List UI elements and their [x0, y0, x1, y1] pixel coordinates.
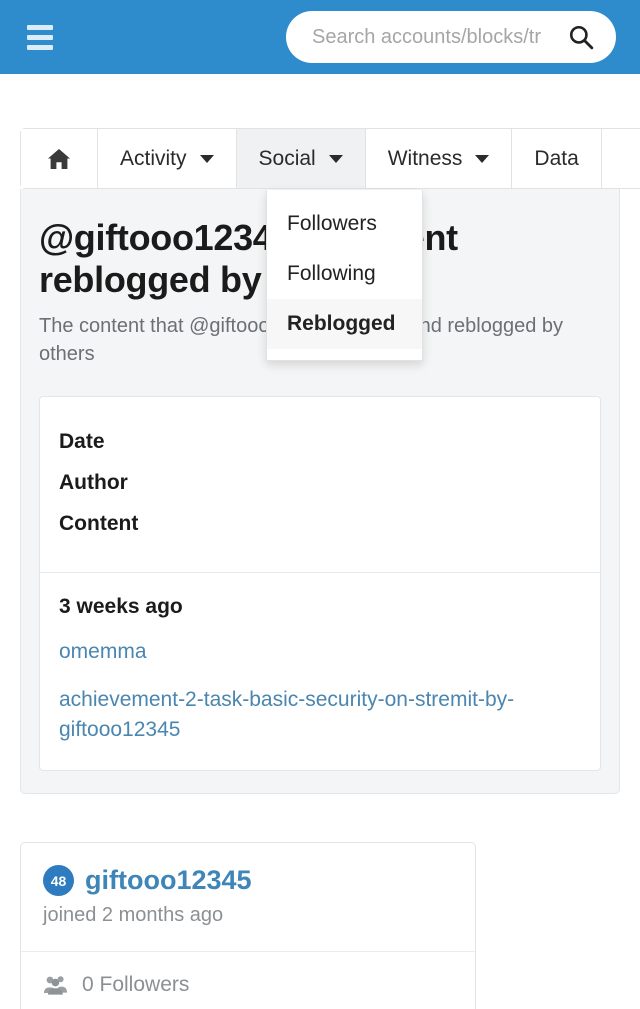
- followers-count-text: 0 Followers: [82, 973, 190, 997]
- tab-social[interactable]: Social: [236, 129, 366, 188]
- dropdown-item-following[interactable]: Following: [267, 249, 422, 299]
- top-bar: [0, 0, 640, 74]
- reputation-badge: 48: [43, 865, 74, 897]
- profile-card-header: 48 giftooo12345 joined 2 months ago: [21, 843, 475, 953]
- tab-home[interactable]: [21, 129, 98, 188]
- column-header-date: Date: [59, 430, 105, 454]
- profile-joined-text: joined 2 months ago: [43, 904, 224, 927]
- nav-tabbar: Activity Social Witness Data Followers F…: [20, 128, 640, 361]
- tab-data[interactable]: Data: [512, 129, 602, 188]
- search-box[interactable]: [286, 11, 616, 63]
- dropdown-item-followers[interactable]: Followers: [267, 199, 422, 249]
- chevron-down-icon: [199, 154, 214, 163]
- hamburger-bar: [27, 24, 53, 30]
- tab-activity-label: Activity: [120, 146, 187, 170]
- search-icon[interactable]: [568, 24, 594, 50]
- tab-witness[interactable]: Witness: [365, 129, 513, 188]
- users-group-icon: [44, 976, 67, 995]
- hamburger-bar: [27, 34, 53, 40]
- chevron-down-icon: [475, 154, 490, 163]
- column-header-author: Author: [59, 471, 128, 495]
- tab-social-label: Social: [258, 146, 316, 170]
- home-icon: [48, 148, 70, 169]
- social-dropdown-menu: Followers Following Reblogged: [266, 190, 423, 361]
- table-header: Date Author Content: [40, 397, 600, 573]
- dropdown-item-reblogged[interactable]: Reblogged: [267, 299, 422, 349]
- page-body: Activity Social Witness Data Followers F…: [0, 128, 640, 1009]
- tab-activity[interactable]: Activity: [98, 129, 237, 188]
- row-author-link[interactable]: omemma: [59, 637, 581, 667]
- dropdown-item-label: Reblogged: [287, 312, 396, 335]
- tab-witness-label: Witness: [387, 146, 463, 170]
- hamburger-bar: [27, 44, 53, 50]
- row-content-link[interactable]: achievement-2-task-basic-security-on-str…: [59, 685, 581, 745]
- chevron-down-icon: [328, 154, 343, 163]
- profile-followers-row[interactable]: 0 Followers: [21, 952, 475, 1009]
- table-row: 3 weeks ago omemma achievement-2-task-ba…: [40, 573, 600, 770]
- hamburger-menu-icon[interactable]: [18, 15, 62, 59]
- reblogged-table-card: Date Author Content 3 weeks ago omemma a…: [39, 396, 601, 772]
- dropdown-item-label: Following: [287, 262, 376, 285]
- dropdown-item-label: Followers: [287, 212, 377, 235]
- column-header-content: Content: [59, 512, 139, 535]
- profile-username-link[interactable]: giftooo12345: [85, 865, 252, 896]
- profile-name-row: 48 giftooo12345: [43, 865, 453, 897]
- row-date: 3 weeks ago: [59, 594, 183, 618]
- profile-card: 48 giftooo12345 joined 2 months ago 0 Fo…: [20, 842, 476, 1009]
- tab-data-label: Data: [534, 146, 579, 170]
- search-input[interactable]: [312, 25, 562, 49]
